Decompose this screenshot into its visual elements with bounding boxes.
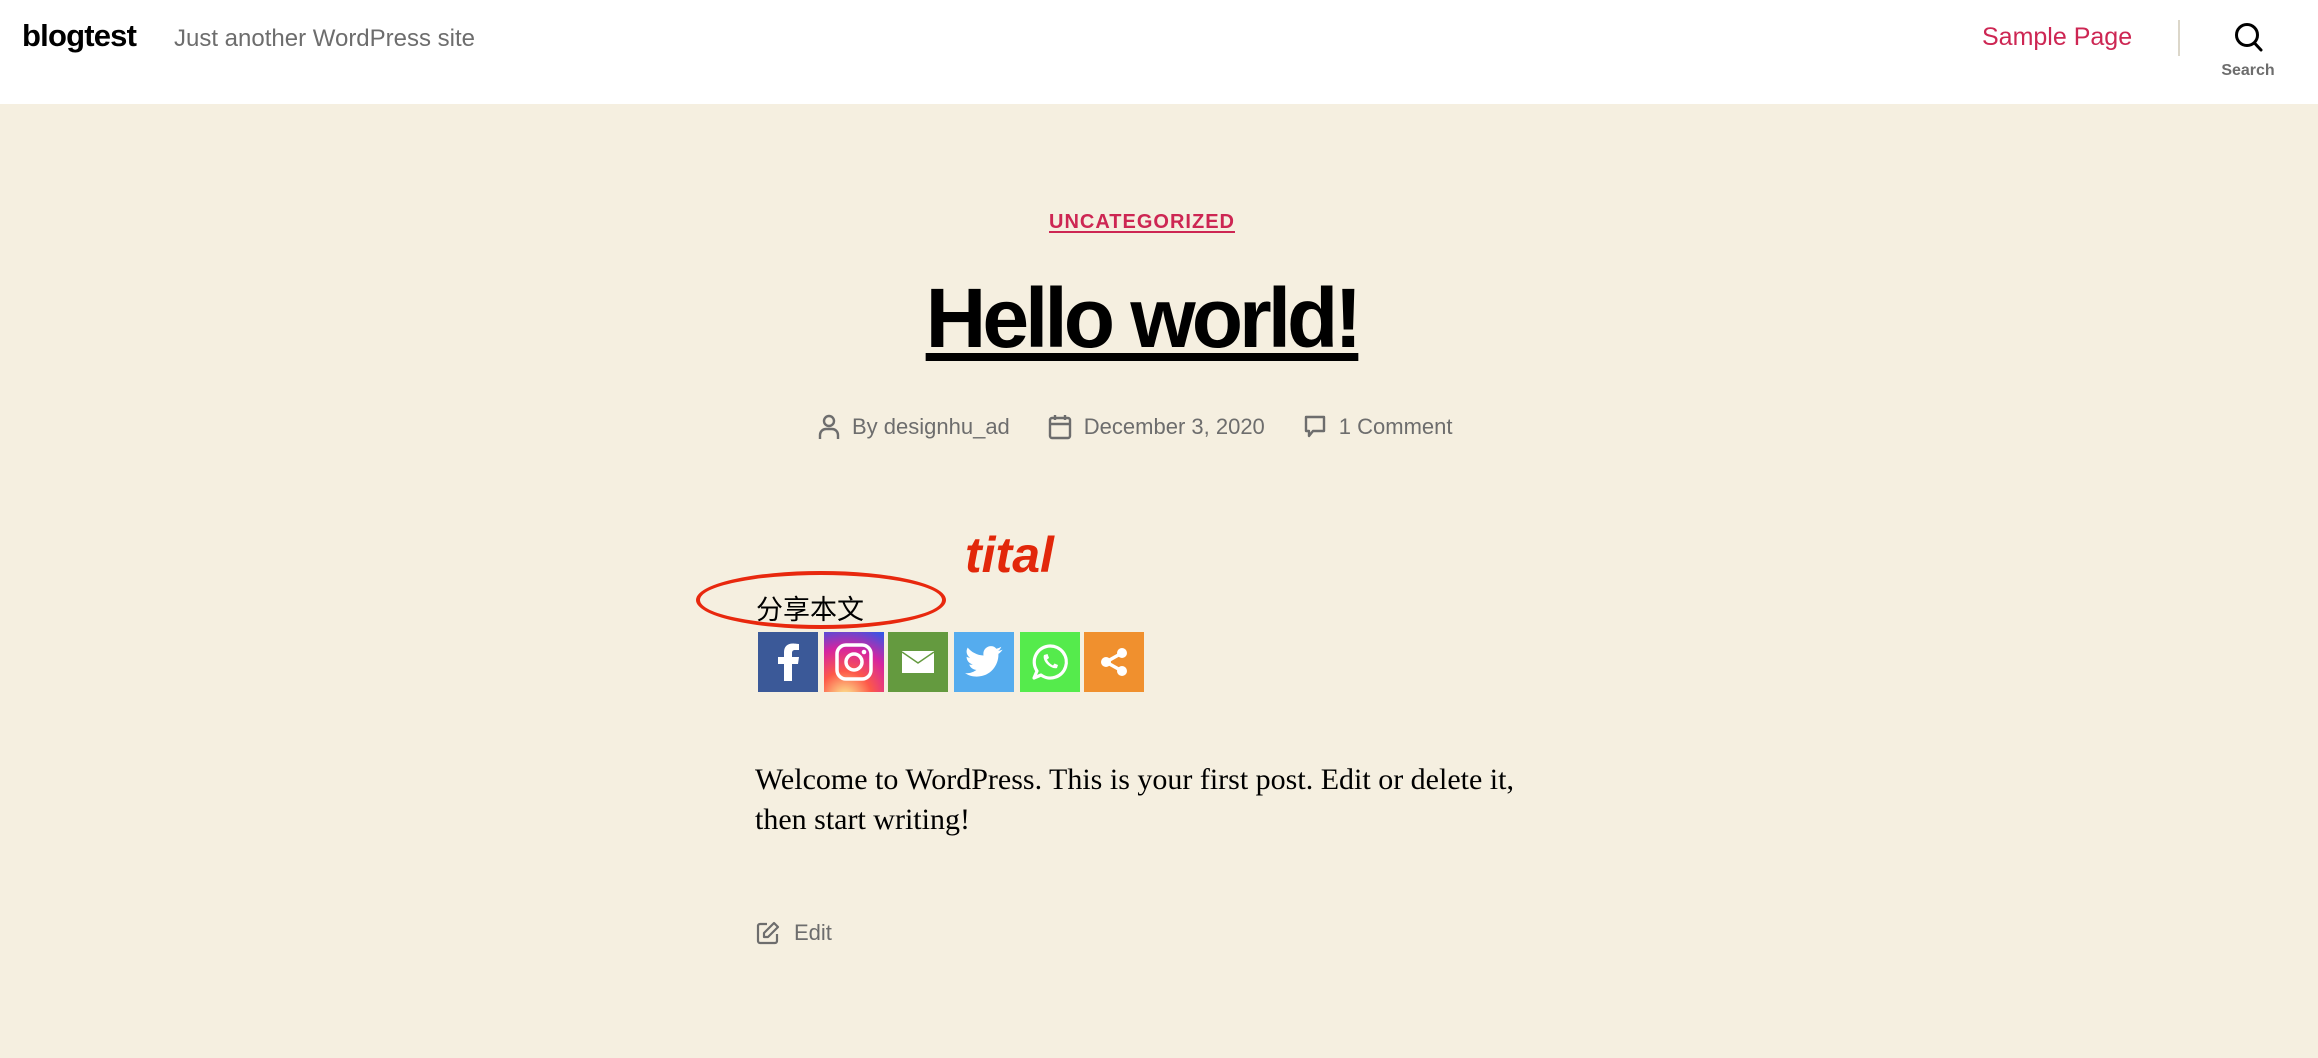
share-icon [1101,648,1127,676]
share-more-button[interactable] [1084,632,1144,692]
calendar-icon [1048,415,1071,440]
category-link[interactable]: UNCATEGORIZED [1049,211,1235,233]
date-link[interactable]: December 3, 2020 [1084,414,1265,440]
share-instagram-button[interactable] [824,632,884,692]
share-twitter-button[interactable] [954,632,1014,692]
whatsapp-icon [1032,644,1068,680]
share-label: 分享本文 [756,595,864,626]
share-buttons [758,632,1150,692]
annotation-label: tital [965,527,1054,583]
site-title-link[interactable]: blogtest [22,18,137,54]
user-icon [818,414,840,439]
post-title-link[interactable]: Hello world! [926,271,1363,365]
nav-separator [2178,20,2180,56]
share-whatsapp-button[interactable] [1020,632,1080,692]
search-toggle-button[interactable]: Search [2210,18,2286,84]
search-icon [2235,23,2263,52]
nav-link-sample-page[interactable]: Sample Page [1982,23,2132,52]
post-author: By designhu_ad [818,414,1010,440]
post-content: Welcome to WordPress. This is your first… [755,763,1514,836]
comment-icon [1304,415,1325,438]
site-description: Just another WordPress site [174,25,476,52]
site-header: blogtest Just another WordPress site Sam… [0,0,2318,104]
instagram-icon [835,643,873,681]
email-icon [902,651,934,673]
edit-label: Edit [794,920,832,945]
post-date: December 3, 2020 [1048,414,1265,440]
search-label: Search [2221,62,2275,79]
post-meta: By designhu_ad December 3, 2020 1 Commen… [818,410,1491,444]
share-facebook-button[interactable] [758,632,818,692]
comments-link[interactable]: 1 Comment [1339,414,1453,440]
edit-post-link[interactable]: Edit [756,920,832,946]
edit-icon [756,921,780,945]
facebook-icon [778,643,799,681]
share-email-button[interactable] [888,632,948,692]
twitter-icon [965,646,1003,677]
author-link[interactable]: By designhu_ad [852,414,1010,440]
post-title: Hello world! [0,270,2284,367]
post-category: UNCATEGORIZED [0,211,2284,234]
post-comments: 1 Comment [1303,414,1453,440]
